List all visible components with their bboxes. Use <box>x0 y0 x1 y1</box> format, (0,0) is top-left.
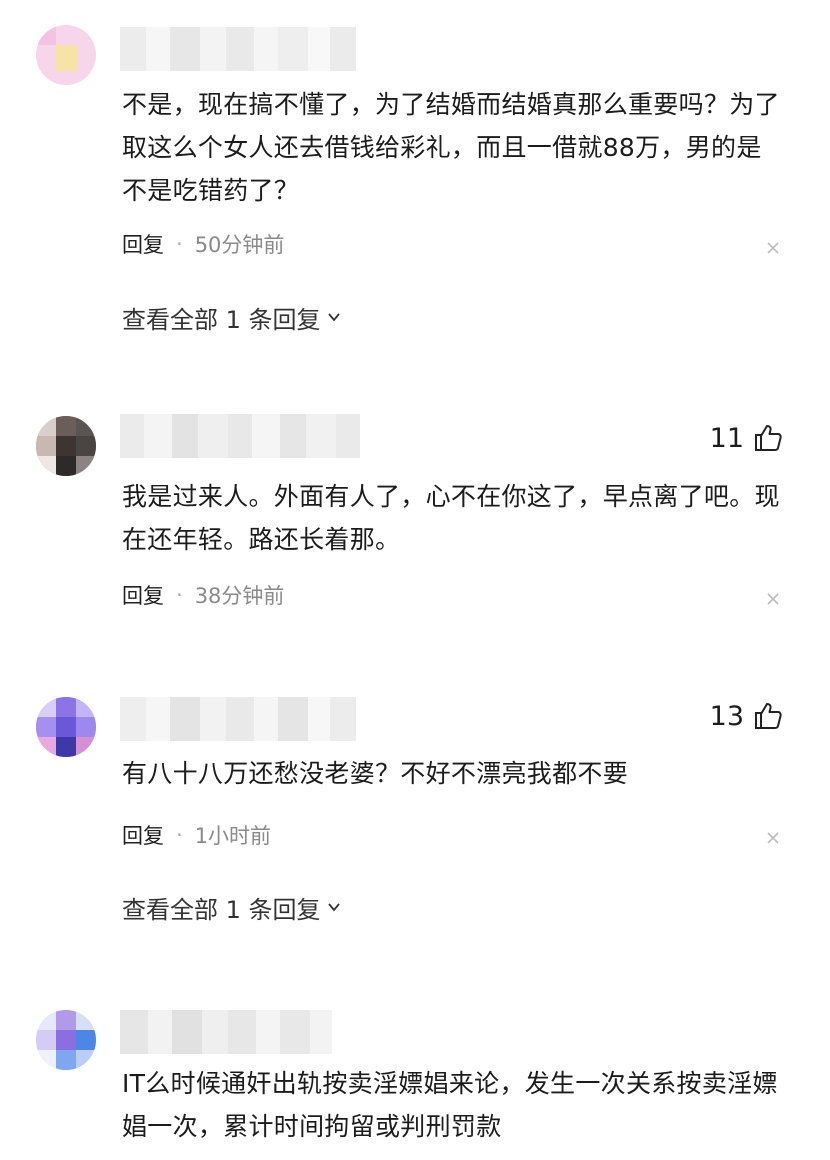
separator: · <box>176 583 183 607</box>
view-all-replies-label: 查看全部 1 条回复 <box>122 305 321 334</box>
view-all-replies-label: 查看全部 1 条回复 <box>122 895 321 924</box>
avatar[interactable] <box>36 416 96 476</box>
separator: · <box>176 823 183 847</box>
chevron-down-icon <box>327 313 340 322</box>
chevron-down-icon <box>327 903 340 912</box>
avatar[interactable] <box>36 697 96 757</box>
close-icon[interactable] <box>762 827 784 849</box>
comment-meta: 回复 · 38分钟前 <box>122 580 284 610</box>
thumbs-up-icon <box>755 703 782 729</box>
like-control[interactable]: 13 <box>710 698 784 734</box>
avatar[interactable] <box>36 25 96 85</box>
view-all-replies-button[interactable]: 查看全部 1 条回复 <box>122 300 341 334</box>
username-blurred[interactable] <box>120 414 360 458</box>
username-blurred[interactable] <box>120 1010 332 1054</box>
separator: · <box>176 232 183 256</box>
like-count: 13 <box>709 700 744 732</box>
username-blurred[interactable] <box>120 27 356 71</box>
comment-meta: 回复 · 1小时前 <box>122 820 271 850</box>
timestamp: 1小时前 <box>194 824 272 848</box>
comment-text: IT么时候通奸出轨按卖淫嫖娼来论，发生一次关系按卖淫嫖娼一次，累计时间拘留或判刑… <box>122 1069 778 1141</box>
comment-meta: 回复 · 50分钟前 <box>122 229 284 259</box>
comment-text: 我是过来人。外面有人了，心不在你这了，早点离了吧。现在还年轻。路还长着那。 <box>122 482 780 554</box>
like-control[interactable]: 11 <box>710 420 784 456</box>
close-icon[interactable] <box>762 237 784 259</box>
comment-text: 有八十八万还愁没老婆？不好不漂亮我都不要 <box>122 759 629 788</box>
reply-button[interactable]: 回复 <box>122 580 164 610</box>
timestamp: 38分钟前 <box>194 584 285 608</box>
comment-text: 不是，现在搞不懂了，为了结婚而结婚真那么重要吗？为了取这么个女人还去借钱给彩礼，… <box>122 90 780 205</box>
username-blurred[interactable] <box>120 697 356 741</box>
reply-button[interactable]: 回复 <box>122 229 164 259</box>
view-all-replies-button[interactable]: 查看全部 1 条回复 <box>122 890 341 924</box>
timestamp: 50分钟前 <box>194 233 285 257</box>
close-icon[interactable] <box>762 588 784 610</box>
reply-button[interactable]: 回复 <box>122 820 164 850</box>
like-count: 11 <box>709 422 744 454</box>
avatar[interactable] <box>36 1010 96 1070</box>
thumbs-up-icon <box>755 425 782 451</box>
